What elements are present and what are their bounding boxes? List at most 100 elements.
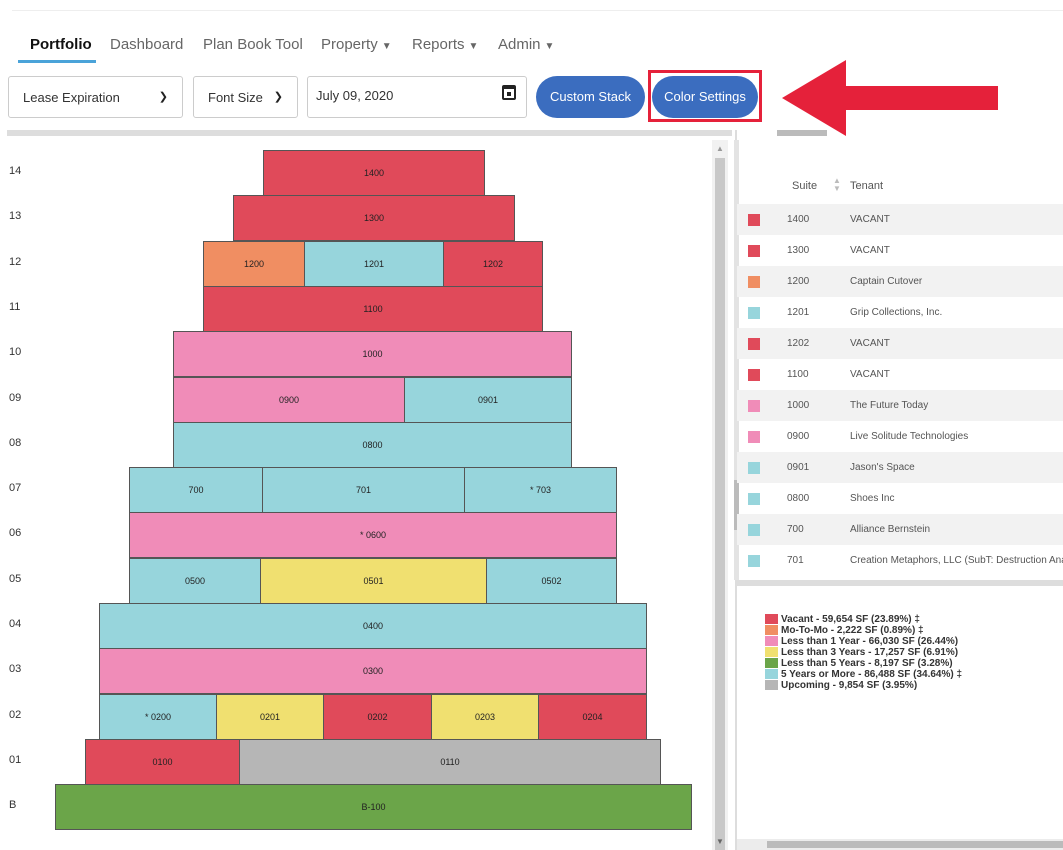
color-swatch: [748, 400, 760, 412]
suite-block[interactable]: 0502: [486, 557, 617, 604]
suite-block[interactable]: 1100: [203, 285, 543, 332]
tenant-cell: VACANT: [850, 214, 890, 225]
legend-label: Less than 3 Years - 17,257 SF (6.91%): [781, 647, 959, 658]
suite-block[interactable]: 0800: [173, 421, 572, 468]
nav-dashboard[interactable]: Dashboard: [110, 36, 183, 53]
tenant-cell: VACANT: [850, 338, 890, 349]
suite-block[interactable]: 1200: [203, 240, 305, 287]
table-row[interactable]: 1200 Captain Cutover: [737, 266, 1063, 297]
color-swatch: [748, 338, 760, 350]
suite-block[interactable]: * 703: [464, 467, 617, 514]
suite-block[interactable]: 0100: [85, 738, 240, 785]
horizontal-scrollbar[interactable]: [737, 839, 1063, 850]
table-row[interactable]: 701 Creation Metaphors, LLC (SubT: Destru…: [737, 545, 1063, 576]
font-size-select-value: Font Size: [208, 90, 263, 105]
scrollbar-thumb[interactable]: [767, 841, 1063, 848]
tenant-cell: The Future Today: [850, 400, 929, 411]
floor-label: 11: [9, 300, 21, 313]
nav-reports[interactable]: Reports ▼: [412, 36, 478, 53]
table-row[interactable]: 1000 The Future Today: [737, 390, 1063, 421]
color-swatch: [748, 555, 760, 567]
suite-block[interactable]: 0110: [239, 738, 661, 785]
nav-portfolio[interactable]: Portfolio: [30, 36, 92, 53]
stack-scrollbar[interactable]: ▲ ▼: [712, 140, 728, 850]
legend-swatch: [765, 658, 778, 668]
table-row[interactable]: 0900 Live Solitude Technologies: [737, 421, 1063, 452]
highlight-box: [648, 70, 762, 122]
calendar-icon[interactable]: [502, 85, 516, 100]
floor-label: 09: [9, 391, 22, 404]
table-row[interactable]: 1201 Grip Collections, Inc.: [737, 297, 1063, 328]
suite-block[interactable]: 0203: [431, 693, 539, 740]
sort-icon[interactable]: ▲ ▼: [833, 177, 841, 193]
suite-block[interactable]: 1000: [173, 331, 572, 378]
floor-label: 07: [9, 482, 22, 495]
color-swatch: [748, 276, 760, 288]
suite-block[interactable]: B-100: [55, 784, 692, 831]
column-header-tenant[interactable]: Tenant: [850, 180, 883, 192]
nav-property[interactable]: Property ▼: [321, 36, 392, 53]
suite-cell: 1200: [787, 276, 810, 287]
suite-block[interactable]: 0202: [323, 693, 432, 740]
suite-block[interactable]: 0500: [129, 557, 261, 604]
table-row[interactable]: 1202 VACANT: [737, 328, 1063, 359]
legend-swatch: [765, 669, 778, 679]
suite-block[interactable]: 0900: [173, 376, 405, 423]
suite-block[interactable]: 0204: [538, 693, 647, 740]
table-row[interactable]: 1100 VACANT: [737, 359, 1063, 390]
custom-stack-button[interactable]: Custom Stack: [536, 76, 645, 118]
column-header-suite[interactable]: Suite: [792, 180, 817, 192]
suite-block[interactable]: 1400: [263, 150, 485, 196]
scroll-up-icon[interactable]: ▲: [716, 144, 724, 153]
floor-label: 03: [9, 663, 22, 676]
legend-label: Less than 1 Year - 66,030 SF (26.44%): [781, 636, 959, 647]
suite-block[interactable]: 0201: [216, 693, 324, 740]
floor-label: 08: [9, 436, 22, 449]
tenant-panel: Suite ▲ ▼ Tenant 1400 VACANT 1300 VACANT 1200…: [734, 130, 1063, 850]
color-swatch: [748, 307, 760, 319]
suite-block[interactable]: 1300: [233, 195, 515, 242]
suite-block[interactable]: 0300: [99, 648, 647, 695]
nav-admin[interactable]: Admin ▼: [498, 36, 554, 53]
floor-label: 06: [9, 527, 22, 540]
view-select[interactable]: Lease Expiration ❯: [8, 76, 183, 118]
legend-label: Mo-To-Mo - 2,222 SF (0.89%) ‡: [781, 625, 924, 636]
suite-block[interactable]: * 0200: [99, 693, 217, 740]
scroll-down-icon[interactable]: ▼: [716, 837, 724, 846]
suite-block[interactable]: 1201: [304, 240, 444, 287]
floor-label: B: [9, 799, 17, 812]
color-swatch: [748, 462, 760, 474]
color-swatch: [748, 214, 760, 226]
table-row[interactable]: 700 Alliance Bernstein: [737, 514, 1063, 545]
panel-splitter[interactable]: [737, 580, 1063, 586]
color-swatch: [748, 245, 760, 257]
legend-swatch: [765, 680, 778, 690]
suite-cell: 1201: [787, 307, 810, 318]
suite-cell: 0800: [787, 493, 810, 504]
suite-block[interactable]: 0501: [260, 557, 487, 604]
table-row[interactable]: 1400 VACANT: [737, 204, 1063, 235]
suite-block[interactable]: 701: [262, 467, 465, 514]
main-nav: Portfolio Dashboard Plan Book Tool Prope…: [0, 30, 1063, 64]
scrollbar-thumb[interactable]: [715, 158, 725, 850]
suite-cell: 700: [787, 524, 804, 535]
tenant-cell: VACANT: [850, 245, 890, 256]
tenant-cell: VACANT: [850, 369, 890, 380]
suite-block[interactable]: 1202: [443, 240, 543, 287]
table-row[interactable]: 0800 Shoes Inc: [737, 483, 1063, 514]
date-field[interactable]: July 09, 2020: [307, 76, 527, 118]
table-row[interactable]: 0901 Jason's Space: [737, 452, 1063, 483]
legend-label: 5 Years or More - 86,488 SF (34.64%) ‡: [781, 669, 963, 680]
suite-block[interactable]: * 0600: [129, 512, 617, 559]
legend-label: Vacant - 59,654 SF (23.89%) ‡: [781, 614, 920, 625]
suite-cell: 1202: [787, 338, 810, 349]
suite-cell: 1300: [787, 245, 810, 256]
table-row[interactable]: 1300 VACANT: [737, 235, 1063, 266]
suite-block[interactable]: 700: [129, 467, 263, 514]
floor-label: 01: [9, 753, 22, 766]
legend-label: Upcoming - 9,854 SF (3.95%): [781, 680, 918, 691]
suite-block[interactable]: 0400: [99, 603, 647, 649]
font-size-select[interactable]: Font Size ❯: [193, 76, 298, 118]
suite-block[interactable]: 0901: [404, 376, 572, 423]
nav-plan-book-tool[interactable]: Plan Book Tool: [203, 36, 303, 53]
